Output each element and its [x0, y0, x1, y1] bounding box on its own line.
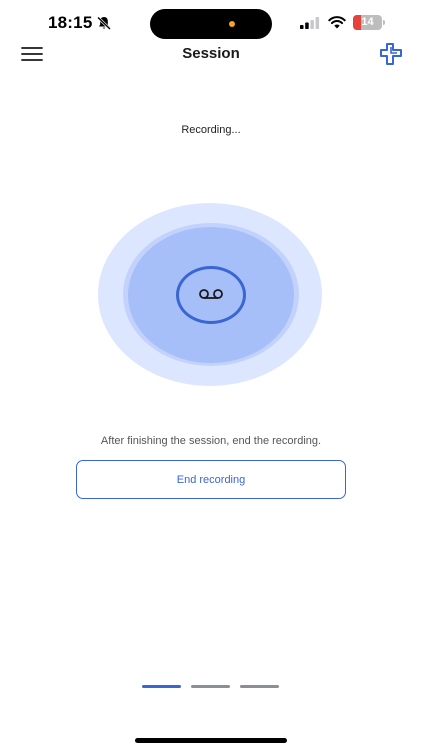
status-bar: 18:15 14 — [0, 0, 422, 46]
recording-status: Recording... — [181, 124, 241, 136]
page-indicator-dot[interactable] — [142, 685, 181, 688]
status-time: 18:15 — [48, 13, 93, 32]
battery-icon: 14 — [353, 15, 386, 30]
page-title: Session — [182, 45, 240, 62]
instruction-text: After finishing the session, end the rec… — [100, 435, 322, 447]
hamburger-menu-icon[interactable] — [21, 45, 43, 63]
page-indicator-dot[interactable] — [191, 685, 230, 688]
end-recording-button[interactable]: End recording — [76, 460, 346, 499]
bell-slash-icon — [97, 16, 111, 30]
page-indicator-dot[interactable] — [240, 685, 279, 688]
dynamic-island — [150, 9, 272, 39]
medical-cross-logo-icon[interactable] — [378, 42, 404, 66]
wifi-icon — [328, 16, 346, 29]
home-indicator[interactable] — [135, 738, 287, 743]
privacy-indicator-dot — [229, 21, 235, 27]
voicemail-icon — [199, 289, 223, 299]
battery-level: 14 — [361, 16, 374, 28]
cellular-signal-icon — [300, 17, 320, 29]
page-indicator — [142, 685, 282, 689]
